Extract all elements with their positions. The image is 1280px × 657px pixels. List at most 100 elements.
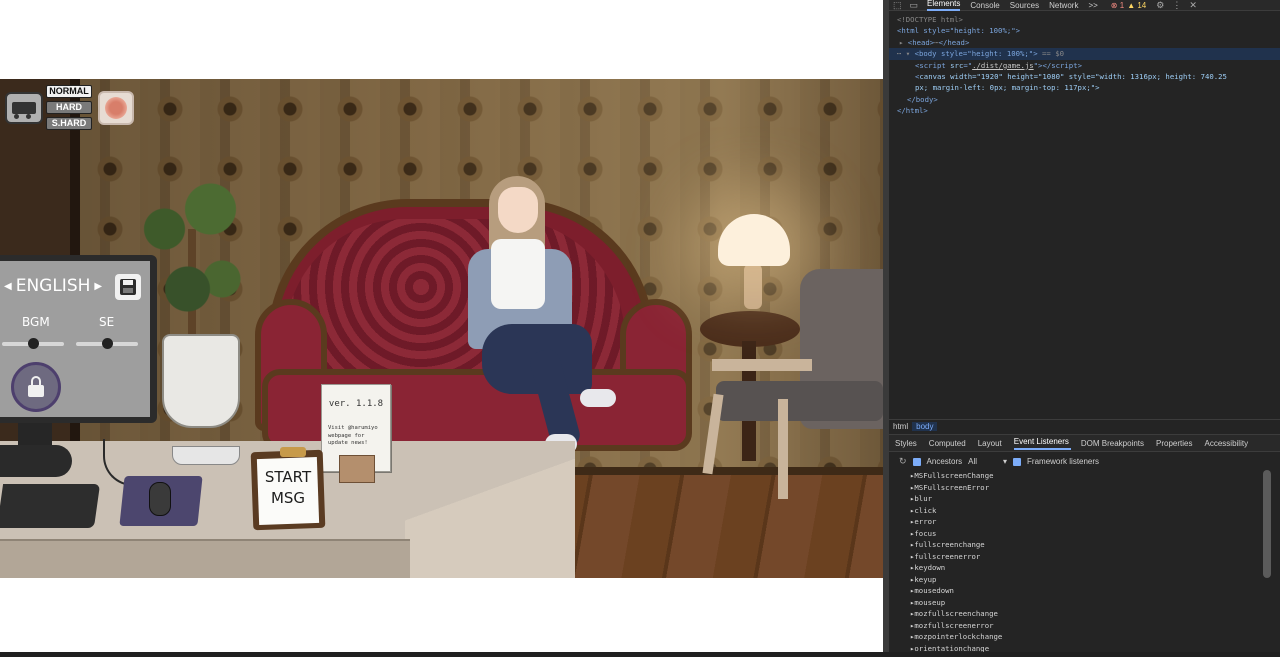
event-listener-name: fullscreenchange bbox=[914, 540, 985, 549]
error-count-badge[interactable]: ⊗ 1 bbox=[1111, 1, 1124, 10]
event-listener-item[interactable]: ▸mouseup bbox=[910, 597, 1270, 609]
avatar-icon[interactable] bbox=[98, 91, 134, 125]
difficulty-normal-button[interactable]: NORMAL bbox=[46, 85, 92, 98]
event-listener-item[interactable]: ▸MSFullscreenChange bbox=[910, 470, 1270, 482]
inspect-icon[interactable]: ⬚ bbox=[893, 0, 902, 11]
script-src-link[interactable]: ./dist/game.js bbox=[972, 61, 1034, 70]
tab-dom-breakpoints[interactable]: DOM Breakpoints bbox=[1081, 439, 1146, 448]
event-listener-item[interactable]: ▸mozfullscreenchange bbox=[910, 608, 1270, 620]
refresh-icon[interactable]: ↻ bbox=[899, 456, 907, 467]
difficulty-hard-button[interactable]: HARD bbox=[46, 101, 92, 114]
ancestors-select[interactable]: All bbox=[968, 457, 977, 466]
event-listener-name: mozpointerlockchange bbox=[914, 632, 1003, 641]
html-open-tag: html style="height: 100%;" bbox=[901, 26, 1016, 36]
event-listener-name: error bbox=[914, 517, 937, 526]
tab-network[interactable]: Network bbox=[1049, 1, 1078, 10]
tab-event-listeners[interactable]: Event Listeners bbox=[1013, 437, 1071, 450]
dom-node-html[interactable]: <html style="height: 100%;"> bbox=[897, 25, 1277, 36]
breadcrumb-html[interactable]: html bbox=[889, 422, 912, 431]
truck-icon[interactable] bbox=[5, 92, 43, 124]
head-tag: head bbox=[912, 37, 930, 47]
event-listeners-list: ▸MSFullscreenChange ▸MSFullscreenError ▸bl… bbox=[910, 470, 1270, 654]
character-shoe bbox=[580, 389, 616, 407]
tab-properties[interactable]: Properties bbox=[1156, 439, 1194, 448]
event-listener-item[interactable]: ▸blur bbox=[910, 493, 1270, 505]
devtools-toolbar: ⬚ ▭ Elements Console Sources Network >> … bbox=[889, 0, 1280, 11]
start-msg-line1: START bbox=[264, 468, 312, 486]
lamp-base bbox=[744, 264, 762, 309]
event-listener-item[interactable]: ▸fullscreenchange bbox=[910, 539, 1270, 551]
tab-styles[interactable]: Styles bbox=[895, 439, 919, 448]
difficulty-super-hard-button[interactable]: S.HARD bbox=[46, 117, 92, 130]
se-label: SE bbox=[99, 315, 115, 329]
breadcrumb-body[interactable]: body bbox=[912, 421, 938, 431]
dom-node-canvas[interactable]: <canvas width="1920" height="1080" style… bbox=[897, 71, 1277, 82]
sidebar-tabs: Styles Computed Layout Event Listeners D… bbox=[889, 434, 1280, 452]
event-listener-item[interactable]: ▸mozpointerlockchange bbox=[910, 631, 1270, 643]
dom-node-body-close[interactable]: </body> bbox=[897, 94, 1277, 105]
dom-node-head[interactable]: ▸ <head>⋯</head> bbox=[897, 37, 1277, 48]
event-listener-name: MSFullscreenChange bbox=[914, 471, 994, 480]
event-list-scrollbar[interactable] bbox=[1263, 470, 1271, 578]
gear-icon[interactable]: ⚙ bbox=[1156, 0, 1164, 11]
language-next-icon[interactable]: ▶ bbox=[94, 281, 102, 292]
se-slider[interactable] bbox=[76, 338, 138, 349]
tab-console[interactable]: Console bbox=[970, 1, 999, 10]
language-prev-icon[interactable]: ◀ bbox=[4, 281, 12, 292]
dom-node-html-close[interactable]: </html> bbox=[897, 105, 1277, 116]
lock-icon bbox=[28, 376, 44, 397]
dom-node-doctype[interactable]: <!DOCTYPE html> bbox=[897, 14, 1277, 25]
event-filter-bar: ↻ Ancestors All ▾ Framework listeners bbox=[899, 455, 1279, 468]
dom-node-body[interactable]: ⋯ ▾ <body style="height: 100%;"> == $0 bbox=[889, 48, 1280, 60]
event-listener-name: mousedown bbox=[914, 586, 954, 595]
plant-pot bbox=[162, 334, 240, 428]
close-icon[interactable]: ✕ bbox=[1189, 0, 1197, 11]
dom-node-script[interactable]: <script src="./dist/game.js"></script> bbox=[897, 60, 1277, 71]
save-button[interactable] bbox=[115, 274, 141, 300]
dom-node-canvas-cont: px; margin-left: 0px; margin-top: 117px;… bbox=[897, 82, 1277, 93]
canvas-attrs-cont: px; margin-left: 0px; margin-top: 117px;… bbox=[915, 83, 1100, 93]
event-listener-name: fullscreenerror bbox=[914, 551, 981, 561]
body-open-tag: body style="height: 100%;" bbox=[918, 49, 1034, 59]
se-slider-knob[interactable] bbox=[101, 338, 113, 349]
bgm-slider[interactable] bbox=[2, 338, 64, 349]
chevron-down-icon[interactable]: ▾ bbox=[1003, 457, 1007, 466]
device-toggle-icon[interactable]: ▭ bbox=[910, 0, 919, 11]
event-listener-item[interactable]: ▸MSFullscreenError bbox=[910, 482, 1270, 494]
event-listener-name: blur bbox=[914, 494, 932, 503]
language-selector[interactable]: ◀ ENGLISH ▶ bbox=[4, 275, 104, 297]
tray bbox=[172, 446, 240, 465]
canvas-attrs: canvas width="1920" height="1080" style=… bbox=[919, 72, 1227, 82]
tab-sources[interactable]: Sources bbox=[1010, 1, 1039, 10]
body-selected-marker: == $0 bbox=[1042, 49, 1064, 59]
language-label: ENGLISH bbox=[15, 276, 91, 296]
tab-accessibility[interactable]: Accessibility bbox=[1205, 439, 1251, 448]
event-listener-item[interactable]: ▸mousedown bbox=[910, 585, 1270, 597]
armchair-leg bbox=[778, 399, 788, 499]
event-listener-item[interactable]: ▸focus bbox=[910, 528, 1270, 540]
event-listener-item[interactable]: ▸fullscreenerror bbox=[910, 551, 1270, 563]
error-count: 1 bbox=[1119, 0, 1125, 10]
bgm-slider-knob[interactable] bbox=[27, 338, 39, 349]
lock-button[interactable] bbox=[11, 362, 61, 412]
character-top[interactable] bbox=[491, 239, 545, 309]
warning-count-badge[interactable]: ▲ 14 bbox=[1127, 1, 1146, 10]
game-canvas[interactable]: ver. 1.1.8 Visit @harumiyo webpage for u… bbox=[0, 79, 883, 578]
framework-listeners-checkbox[interactable] bbox=[1013, 457, 1022, 466]
character-face[interactable] bbox=[498, 187, 538, 233]
ancestors-checkbox[interactable] bbox=[912, 457, 921, 466]
tab-layout[interactable]: Layout bbox=[978, 439, 1004, 448]
more-options-icon[interactable]: ⋮ bbox=[1172, 0, 1181, 11]
event-listener-item[interactable]: ▸error bbox=[910, 516, 1270, 528]
event-listener-item[interactable]: ▸keydown bbox=[910, 562, 1270, 574]
bgm-label: BGM bbox=[22, 315, 50, 329]
tab-elements[interactable]: Elements bbox=[927, 0, 961, 11]
event-listener-item[interactable]: ▸mozfullscreenerror bbox=[910, 620, 1270, 632]
event-listener-item[interactable]: ▸keyup bbox=[910, 574, 1270, 586]
more-tabs-button[interactable]: >> bbox=[1088, 1, 1097, 10]
event-listener-item[interactable]: ▸click bbox=[910, 505, 1270, 517]
event-listener-name: click bbox=[914, 505, 937, 515]
tab-computed[interactable]: Computed bbox=[929, 439, 968, 448]
start-msg-button[interactable]: START MSG bbox=[258, 467, 318, 509]
devtools-panel: ⬚ ▭ Elements Console Sources Network >> … bbox=[889, 0, 1280, 657]
